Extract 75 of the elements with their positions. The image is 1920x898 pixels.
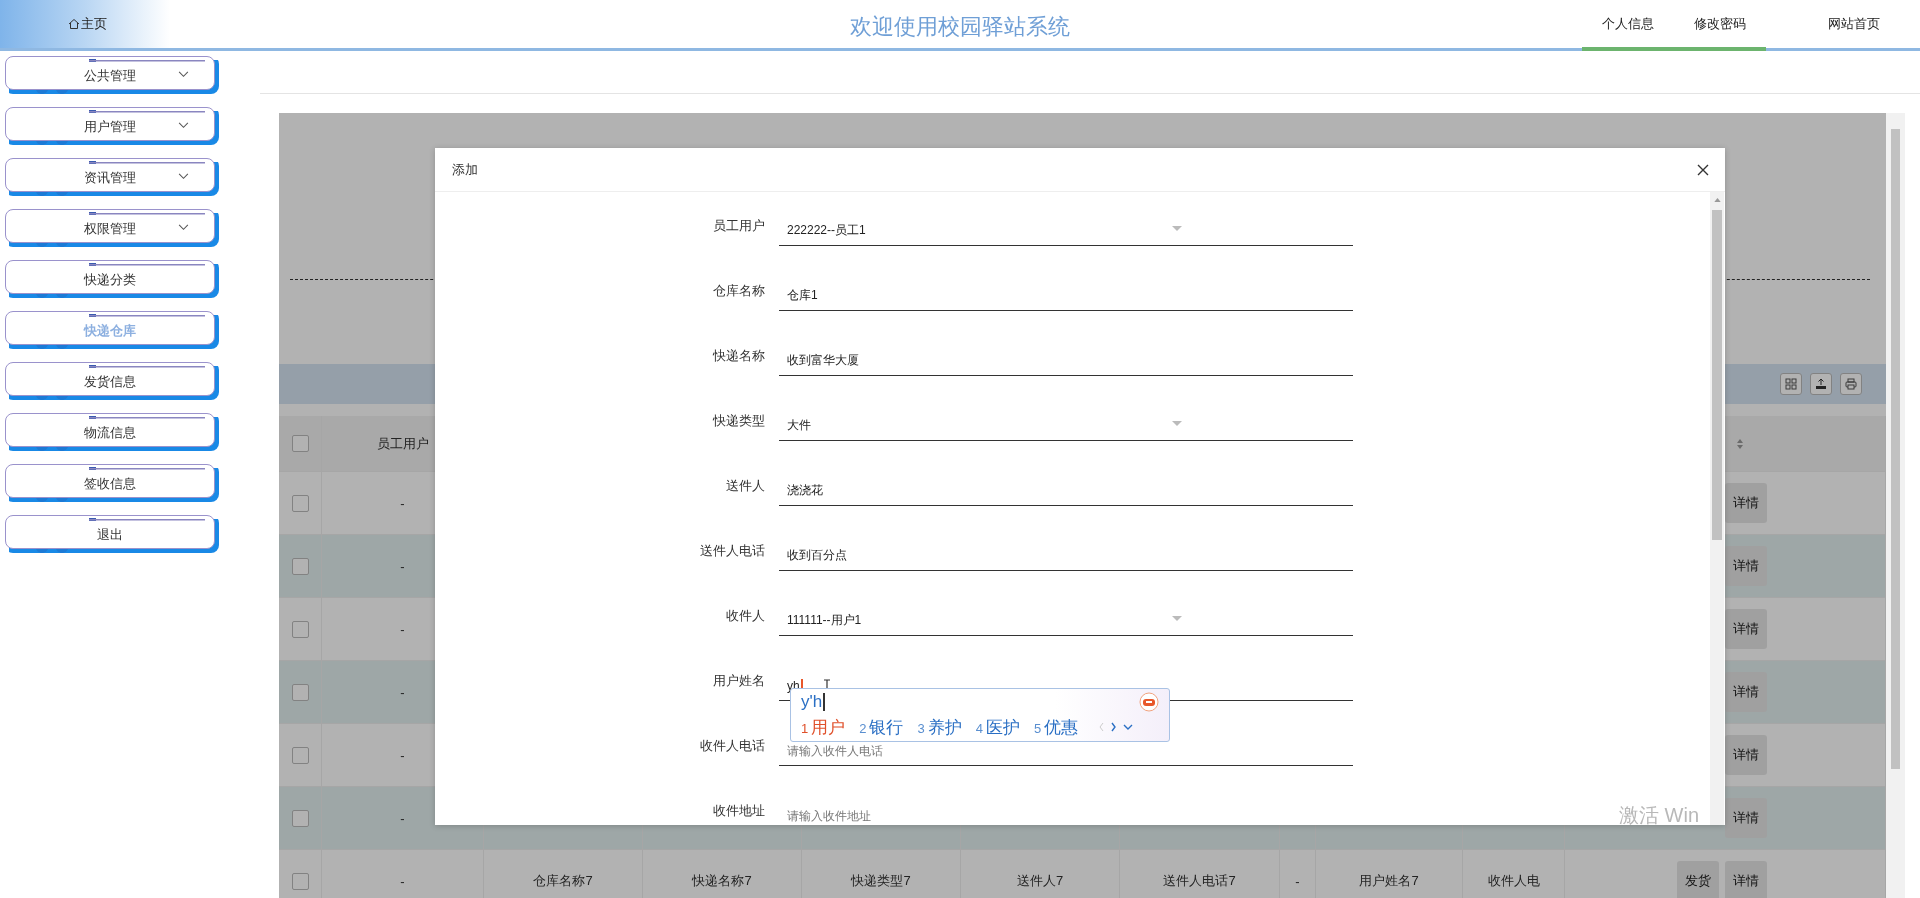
chevron-down-icon bbox=[178, 122, 189, 129]
sidebar-item[interactable]: 用户管理 bbox=[5, 107, 219, 145]
ime-logo-icon[interactable] bbox=[1139, 691, 1159, 712]
sidebar-item[interactable]: 退出 bbox=[5, 515, 219, 553]
select-field[interactable]: 111111--用户1 bbox=[779, 594, 1353, 636]
table-cell: - bbox=[1280, 850, 1316, 898]
chevron-down-icon bbox=[178, 173, 189, 180]
activation-notice: 激活 Win bbox=[1619, 803, 1699, 828]
checkbox[interactable] bbox=[291, 872, 309, 890]
row-action-button[interactable]: 详情 bbox=[1725, 861, 1767, 898]
dropdown-caret-icon bbox=[1172, 226, 1182, 232]
checkbox[interactable] bbox=[291, 746, 309, 764]
scrollbar[interactable] bbox=[1886, 113, 1905, 898]
field-label: 送件人电话 bbox=[699, 542, 765, 560]
row-action-button[interactable]: 详情 bbox=[1725, 609, 1767, 649]
checkbox[interactable] bbox=[291, 435, 309, 452]
home-link[interactable]: 主页 bbox=[68, 15, 107, 33]
table-cell: 仓库名称7 bbox=[484, 850, 643, 898]
close-icon[interactable] bbox=[1697, 163, 1709, 176]
field-label: 收件人 bbox=[725, 607, 765, 625]
input-field[interactable]: 请输入收件地址 bbox=[779, 789, 1353, 825]
row-action-button[interactable]: 详情 bbox=[1725, 735, 1767, 775]
checkbox[interactable] bbox=[291, 557, 309, 575]
table-cell: 用户姓名7 bbox=[1316, 850, 1463, 898]
row-action-button[interactable]: 详情 bbox=[1725, 546, 1767, 586]
field-label: 员工用户 bbox=[712, 217, 765, 235]
field-label: 快递类型 bbox=[712, 412, 765, 430]
sidebar-item[interactable]: 资讯管理 bbox=[5, 158, 219, 196]
input-field[interactable]: 收到百分点 bbox=[779, 529, 1353, 571]
checkbox[interactable] bbox=[291, 494, 309, 512]
nav-link[interactable]: 个人信息 bbox=[1582, 0, 1674, 51]
chevron-down-icon bbox=[178, 224, 189, 231]
sort-icon[interactable] bbox=[1736, 437, 1744, 450]
chevron-down-icon bbox=[178, 71, 189, 78]
checkbox[interactable] bbox=[291, 620, 309, 638]
row-action-button[interactable]: 详情 bbox=[1725, 672, 1767, 712]
table-cell: - bbox=[322, 850, 484, 898]
site-title: 欢迎使用校园驿站系统 bbox=[850, 13, 1070, 41]
row-action-button[interactable]: 详情 bbox=[1725, 798, 1767, 838]
home-icon bbox=[68, 18, 80, 30]
dropdown-caret-icon bbox=[1172, 616, 1182, 622]
row-action-button[interactable]: 发货 bbox=[1677, 861, 1719, 898]
table-cell: 送件人电话7 bbox=[1120, 850, 1280, 898]
select-field[interactable]: 大件 bbox=[779, 399, 1353, 441]
field-label: 收件人电话 bbox=[699, 737, 765, 755]
sidebar-item[interactable]: 发货信息 bbox=[5, 362, 219, 400]
field-label: 用户姓名 bbox=[712, 672, 765, 690]
field-label: 快递名称 bbox=[712, 347, 765, 365]
field-label: 收件地址 bbox=[712, 802, 765, 820]
dropdown-caret-icon bbox=[1172, 421, 1182, 427]
field-label: 仓库名称 bbox=[712, 282, 765, 300]
dialog-title: 添加 bbox=[452, 160, 478, 179]
sidebar-item[interactable]: 公共管理 bbox=[5, 56, 219, 94]
sidebar-item[interactable]: 快递分类 bbox=[5, 260, 219, 298]
input-field[interactable]: 仓库1 bbox=[779, 269, 1353, 311]
table-cell: 快递名称7 bbox=[643, 850, 802, 898]
row-action-button[interactable]: 详情 bbox=[1725, 483, 1767, 523]
input-field[interactable]: 收到富华大厦 bbox=[779, 334, 1353, 376]
table-cell: 送件人7 bbox=[961, 850, 1120, 898]
nav-link[interactable]: 网站首页 bbox=[1808, 0, 1900, 51]
field-label: 送件人 bbox=[725, 477, 765, 495]
columns-icon[interactable] bbox=[1780, 373, 1802, 395]
select-field[interactable]: 222222--员工1 bbox=[779, 204, 1353, 246]
sidebar-item[interactable]: 物流信息 bbox=[5, 413, 219, 451]
checkbox[interactable] bbox=[291, 683, 309, 701]
print-icon[interactable] bbox=[1840, 373, 1862, 395]
scrollbar[interactable] bbox=[1710, 192, 1724, 825]
input-field[interactable]: 浇浇花 bbox=[779, 464, 1353, 506]
export-icon[interactable] bbox=[1810, 373, 1832, 395]
checkbox[interactable] bbox=[291, 809, 309, 827]
sidebar-item[interactable]: 签收信息 bbox=[5, 464, 219, 502]
nav-link[interactable]: 修改密码 bbox=[1674, 0, 1766, 51]
table-cell: 快递类型7 bbox=[802, 850, 961, 898]
scroll-up-arrow-icon[interactable] bbox=[1714, 198, 1721, 202]
sidebar-item[interactable]: 权限管理 bbox=[5, 209, 219, 247]
